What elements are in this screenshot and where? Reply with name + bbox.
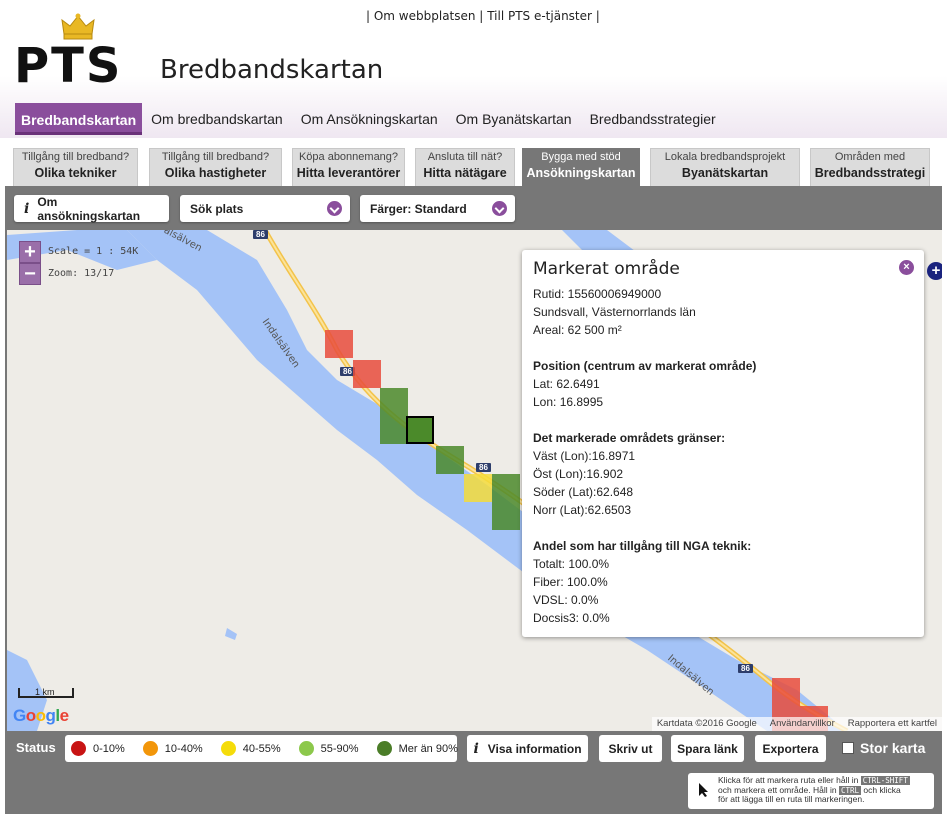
lon: Lon: 16.8995	[533, 395, 604, 409]
nav-bredbandsstrategier[interactable]: Bredbandsstrategier	[581, 103, 725, 135]
nav-om-bredbandskartan[interactable]: Om bredbandskartan	[142, 103, 292, 135]
road-shield: 86	[253, 230, 268, 239]
pond	[225, 628, 237, 640]
area: Areal: 62 500 m²	[533, 323, 622, 337]
pts-services-link[interactable]: Till PTS e-tjänster |	[487, 9, 600, 23]
rutid: Rutid: 15560006949000	[533, 287, 662, 301]
tab-hitta-natagare[interactable]: Ansluta till nät? Hitta nätägare	[415, 148, 515, 186]
zoom-readout: Zoom: 13/17	[48, 268, 115, 279]
zoom-out-button[interactable]: −	[19, 263, 41, 285]
map-panel: i Om ansökningskartan Sök plats Färger: …	[5, 186, 942, 814]
chevron-down-icon	[327, 201, 342, 216]
site-header: | Om webbplatsen | Till PTS e-tjänster |…	[0, 0, 947, 138]
nga-docsis: Docsis3: 0.0%	[533, 611, 610, 625]
expand-plus-icon[interactable]: +	[927, 262, 942, 280]
nga-total: Totalt: 100.0%	[533, 557, 610, 571]
popup-title: Markerat område	[533, 259, 680, 279]
grid-cell-green[interactable]	[492, 474, 520, 502]
pts-logo[interactable]: PTS	[14, 38, 123, 94]
road-shield: 86	[738, 664, 753, 673]
tab-byanatskartan[interactable]: Lokala bredbandsprojekt Byanätskartan	[650, 148, 800, 186]
grid-cell-red[interactable]	[772, 678, 800, 706]
big-map-checkbox[interactable]: Stor karta	[842, 740, 925, 756]
bound-east: Öst (Lon):16.902	[533, 467, 624, 481]
about-site-link[interactable]: | Om webbplatsen |	[366, 9, 483, 23]
about-map-button[interactable]: i Om ansökningskartan	[14, 195, 169, 223]
close-icon[interactable]: ×	[899, 260, 914, 275]
grid-cell-red[interactable]	[325, 330, 353, 358]
main-nav: Bredbandskartan Om bredbandskartan Om An…	[15, 103, 725, 135]
legend-item-10-40: 10-40%	[142, 741, 203, 756]
grid-cell-red[interactable]	[353, 360, 381, 388]
legend-item-0-10: 0-10%	[71, 741, 125, 756]
show-info-button[interactable]: i Visa information	[467, 735, 588, 762]
checkbox-box[interactable]	[842, 742, 854, 754]
cursor-icon	[699, 783, 708, 797]
terms-link[interactable]: Användarvillkor	[770, 718, 835, 731]
info-icon: i	[24, 200, 30, 217]
status-label: Status	[16, 740, 56, 755]
bound-south: Söder (Lat):62.648	[533, 485, 634, 499]
lat: Lat: 62.6491	[533, 377, 600, 391]
bound-north: Norr (Lat):62.6503	[533, 503, 632, 517]
tab-hitta-leverantorer[interactable]: Köpa abonnemang? Hitta leverantörer	[292, 148, 405, 186]
bound-west: Väst (Lon):16.8971	[533, 449, 636, 463]
grid-cell-yellow[interactable]	[464, 474, 492, 502]
report-error-link[interactable]: Rapportera ett kartfel	[848, 718, 937, 731]
colors-dropdown[interactable]: Färger: Standard	[360, 195, 515, 222]
scale-readout: Scale = 1 : 54K	[48, 246, 139, 257]
legend-item-55-90: 55-90%	[298, 741, 359, 756]
nga-fiber: Fiber: 100.0%	[533, 575, 608, 589]
legend-item-40-55: 40-55%	[220, 741, 281, 756]
search-place-dropdown[interactable]: Sök plats	[180, 195, 350, 222]
zoom-in-button[interactable]: +	[19, 241, 41, 263]
nav-om-byanatskartan[interactable]: Om Byanätskartan	[447, 103, 581, 135]
site-title: Bredbandskartan	[160, 55, 384, 85]
road-shield: 86	[476, 463, 491, 472]
location: Sundsvall, Västernorrlands län	[533, 305, 696, 319]
top-links: | Om webbplatsen | Till PTS e-tjänster |	[366, 9, 600, 23]
status-legend: 0-10% 10-40% 40-55% 55-90% Mer än 90%	[65, 735, 458, 762]
position-heading: Position (centrum av markerat område)	[533, 359, 757, 373]
nga-heading: Andel som har tillgång till NGA teknik:	[533, 539, 752, 553]
marked-area-popup: × Markerat område Rutid: 15560006949000 …	[522, 250, 924, 637]
yellow-dot-icon	[220, 741, 236, 756]
grid-cell-green[interactable]	[380, 416, 408, 444]
map-attribution: Kartdata ©2016 Google Användarvillkor Ra…	[651, 717, 942, 731]
tab-bredbandsstrategi[interactable]: Områden med Bredbandsstrategi	[810, 148, 930, 186]
map-data-credit: Kartdata ©2016 Google	[656, 718, 757, 729]
nav-om-ansokningskartan[interactable]: Om Ansökningskartan	[292, 103, 447, 135]
nga-vdsl: VDSL: 0.0%	[533, 593, 599, 607]
tab-olika-tekniker[interactable]: Tillgång till bredband? Olika tekniker	[13, 148, 138, 186]
info-icon: i	[473, 740, 479, 757]
nav-bredbandskartan[interactable]: Bredbandskartan	[15, 103, 143, 135]
orange-dot-icon	[142, 741, 158, 756]
map-canvas[interactable]: 86 86 86 86 alsälven Indalsälven Indalsä…	[7, 230, 942, 731]
grid-cell-green[interactable]	[436, 446, 464, 474]
google-logo: Google	[13, 706, 69, 725]
red-dot-icon	[71, 741, 86, 756]
scale-bar-label: 1 km	[35, 687, 55, 697]
tab-olika-hastigheter[interactable]: Tillgång till bredband? Olika hastighete…	[149, 148, 282, 186]
save-link-button[interactable]: Spara länk	[671, 735, 744, 762]
chevron-down-icon	[492, 201, 507, 216]
bounds-heading: Det markerade områdets gränser:	[533, 431, 726, 445]
selection-hint: Klicka för att markera ruta eller håll i…	[688, 773, 934, 809]
grid-cell-selected[interactable]	[406, 416, 434, 444]
export-button[interactable]: Exportera	[755, 735, 826, 762]
green-dot-icon	[376, 741, 392, 756]
grid-cell-green[interactable]	[492, 502, 520, 530]
lightgreen-dot-icon	[298, 741, 314, 756]
print-button[interactable]: Skriv ut	[599, 735, 662, 762]
grid-cell-green[interactable]	[380, 388, 408, 416]
tab-ansokningskartan[interactable]: Bygga med stöd Ansökningskartan	[522, 148, 640, 186]
map-tabs: Tillgång till bredband? Olika tekniker T…	[5, 138, 942, 186]
legend-item-over-90: Mer än 90%	[376, 741, 458, 756]
